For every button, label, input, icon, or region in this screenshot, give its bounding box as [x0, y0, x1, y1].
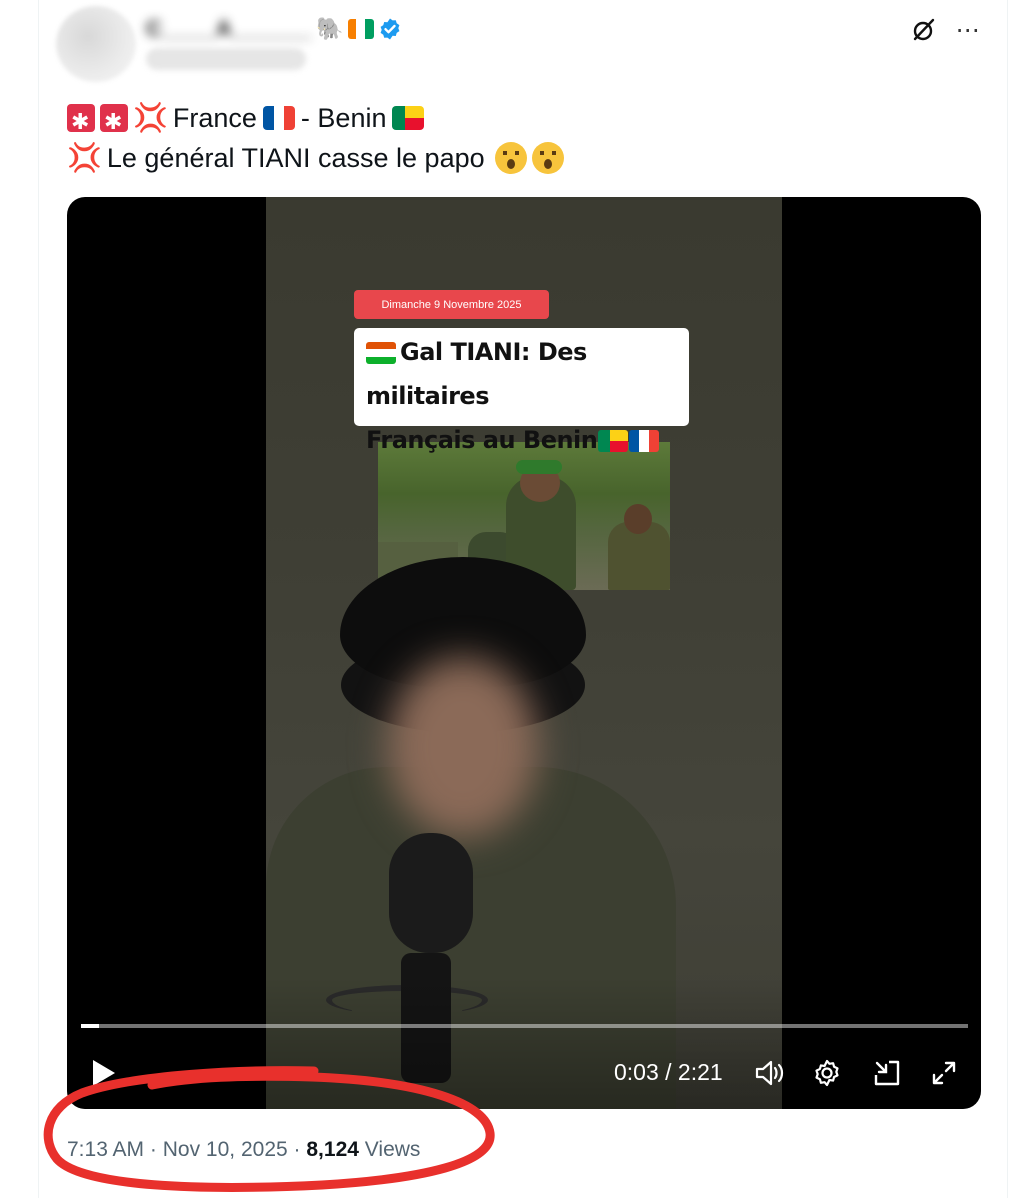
- volume-icon: [755, 1060, 784, 1086]
- tweet-date[interactable]: Nov 10, 2025: [163, 1138, 288, 1161]
- tweet-meta: 7:13 AM · Nov 10, 2025 · 8,124 Views: [67, 1138, 420, 1162]
- grok-icon[interactable]: [908, 14, 940, 46]
- avatar[interactable]: [56, 6, 136, 82]
- handle-blurred[interactable]: [146, 48, 306, 70]
- views-label[interactable]: Views: [365, 1138, 421, 1161]
- france-flag-icon: [262, 106, 295, 130]
- siren-emoji-icon: [67, 102, 95, 142]
- fullscreen-button[interactable]: [927, 1056, 961, 1090]
- tweet-text: 💢 France - Benin 💢 Le général TIANI cass…: [67, 98, 564, 178]
- tweet-text-line-2-text: Le général TIANI casse le papo: [106, 143, 485, 173]
- anger-emoji-icon: 💢: [67, 142, 102, 173]
- benin-flag-icon: [598, 430, 629, 452]
- video-time: 0:03 / 2:21: [614, 1059, 723, 1085]
- gear-icon: [815, 1059, 839, 1087]
- fullscreen-icon: [932, 1061, 956, 1085]
- anger-emoji-icon: 💢: [133, 102, 168, 133]
- france-flag-icon: [629, 430, 660, 452]
- video-caption-line-2: Français au Benin: [366, 418, 677, 462]
- picture-in-picture-icon: [874, 1060, 900, 1086]
- astonished-face-emoji-icon: [531, 142, 564, 174]
- volume-button[interactable]: [753, 1056, 787, 1090]
- presenter-face-blurred: [388, 657, 538, 837]
- date-tag: Dimanche 9 Novembre 2025: [354, 290, 549, 319]
- play-button[interactable]: [89, 1057, 119, 1089]
- siren-emoji-icon: [100, 102, 128, 142]
- tweet-text-benin: - Benin: [300, 103, 387, 133]
- tweet-text-line-2: 💢 Le général TIANI casse le papo: [67, 138, 564, 178]
- display-name-blurred[interactable]: C____A______: [146, 16, 312, 42]
- tweet-text-line-1: 💢 France - Benin: [67, 98, 564, 142]
- meta-separator: ·: [293, 1138, 301, 1161]
- caption-line-1-text: Gal TIANI: Des militaires: [366, 338, 587, 410]
- video-progress-fill: [81, 1024, 99, 1028]
- microphone: [389, 833, 473, 953]
- play-icon: [93, 1060, 115, 1086]
- meta-separator: ·: [149, 1138, 157, 1161]
- views-count[interactable]: 8,124: [306, 1138, 359, 1161]
- more-options-icon[interactable]: ⋯: [952, 14, 984, 46]
- astonished-face-emoji-icon: [494, 142, 527, 174]
- video-caption: Gal TIANI: Des militaires Français au Be…: [354, 328, 689, 454]
- benin-flag-icon: [392, 106, 425, 130]
- settings-button[interactable]: [810, 1056, 844, 1090]
- verified-badge-icon: [380, 18, 399, 40]
- video-progress-bar[interactable]: [81, 1024, 968, 1028]
- niger-flag-icon: [366, 342, 396, 364]
- video-player[interactable]: Dimanche 9 Novembre 2025 Gal TIANI: Des …: [67, 197, 981, 1109]
- display-name-row[interactable]: C____A______ 🐘: [146, 14, 402, 44]
- tweet-text-france: France: [172, 103, 257, 133]
- ivory-coast-flag-icon: [347, 19, 374, 39]
- caption-line-2-text: Français au Benin: [366, 426, 598, 454]
- picture-in-picture-button[interactable]: [870, 1056, 904, 1090]
- elephant-emoji-icon: 🐘: [316, 16, 344, 41]
- tweet-time[interactable]: 7:13 AM: [67, 1138, 144, 1161]
- video-caption-line-1: Gal TIANI: Des militaires: [366, 330, 677, 418]
